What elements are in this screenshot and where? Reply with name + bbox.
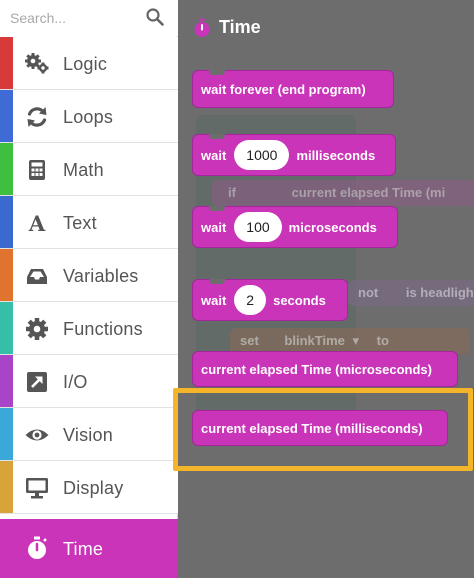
block-wait-microseconds[interactable]: wait 100 microseconds — [192, 206, 398, 248]
block-notch — [209, 206, 225, 211]
category-color-stripe — [0, 519, 13, 578]
category-vision[interactable]: Vision — [0, 408, 178, 461]
block-label: current elapsed Time (milliseconds) — [201, 420, 423, 436]
chevron-down-icon: ▾ — [352, 333, 360, 348]
workspace-not-block: not is headligh — [348, 280, 474, 306]
stopwatch-icon — [24, 535, 50, 561]
block-label: wait — [201, 292, 227, 308]
category-color-stripe — [0, 302, 13, 354]
inbox-icon — [24, 263, 50, 289]
gears-icon — [24, 51, 50, 77]
block-label: current elapsed Time (microseconds) — [201, 361, 432, 377]
category-color-stripe — [0, 461, 13, 513]
workspace-if-label: if — [228, 185, 236, 200]
category-label: Functions — [63, 319, 143, 339]
block-label: wait — [201, 219, 227, 235]
block-wait-forever[interactable]: wait forever (end program) — [192, 70, 394, 108]
block-elapsed-microseconds[interactable]: current elapsed Time (microseconds) — [192, 351, 458, 387]
category-io[interactable]: I/O — [0, 355, 178, 408]
block-label: microseconds — [288, 219, 377, 235]
category-functions[interactable]: Functions — [0, 302, 178, 355]
category-time[interactable]: Time — [0, 519, 178, 578]
stopwatch-icon — [194, 18, 210, 37]
category-variables[interactable]: Variables — [0, 249, 178, 302]
loop-icon — [24, 104, 50, 130]
block-label: wait — [201, 147, 227, 163]
category-display[interactable]: Display — [0, 461, 178, 514]
block-label: wait forever (end program) — [201, 81, 366, 97]
category-label: Math — [63, 160, 104, 180]
category-color-stripe — [0, 249, 13, 301]
gear-icon — [24, 316, 50, 342]
category-color-stripe — [0, 355, 13, 407]
category-label: Logic — [63, 54, 108, 74]
milliseconds-value-input[interactable]: 1000 — [234, 140, 290, 170]
category-label: Time — [63, 539, 104, 559]
svg-text:A: A — [28, 211, 46, 236]
category-color-stripe — [0, 37, 13, 89]
category-color-stripe — [0, 196, 13, 248]
category-text[interactable]: A Text — [0, 196, 178, 249]
seconds-value-input[interactable]: 2 — [234, 285, 267, 315]
search-input[interactable] — [10, 8, 138, 28]
calculator-icon — [24, 157, 50, 183]
arrow-icon — [24, 369, 50, 395]
category-color-stripe — [0, 408, 13, 460]
category-label: Vision — [63, 425, 113, 445]
category-logic[interactable]: Logic — [0, 37, 178, 90]
block-notch — [209, 70, 225, 75]
category-label: I/O — [63, 372, 88, 392]
block-label: milliseconds — [296, 147, 376, 163]
workspace-not-label: not — [358, 285, 379, 300]
category-label: Loops — [63, 107, 114, 127]
workspace-elapsed-text: current elapsed Time (mi — [291, 185, 446, 200]
category-label: Display — [63, 478, 124, 498]
workspace-to-label: to — [376, 333, 389, 348]
search-bar — [0, 0, 178, 36]
category-color-stripe — [0, 143, 13, 195]
toolbox-flyout: if current elapsed Time (mi not is headl… — [178, 0, 474, 578]
block-elapsed-milliseconds[interactable]: current elapsed Time (milliseconds) — [192, 410, 448, 446]
block-wait-milliseconds[interactable]: wait 1000 milliseconds — [192, 134, 396, 176]
block-notch — [209, 134, 225, 139]
monitor-icon — [24, 475, 50, 501]
category-color-stripe — [0, 90, 13, 142]
block-label: seconds — [273, 292, 326, 308]
category-label: Variables — [63, 266, 139, 286]
text-icon: A — [24, 210, 50, 236]
category-sidebar: Logic Loops Math A Text — [0, 0, 178, 578]
flyout-title: Time — [219, 17, 261, 37]
search-icon[interactable] — [145, 7, 165, 27]
category-label: Text — [63, 213, 97, 233]
block-notch — [209, 279, 225, 284]
workspace-set-label: set — [240, 333, 259, 348]
workspace-if-block: if current elapsed Time (mi — [212, 180, 474, 206]
workspace-headlight-text: is headligh — [405, 285, 474, 300]
eye-icon — [24, 422, 50, 448]
category-loops[interactable]: Loops — [0, 90, 178, 143]
workspace-var-name: blinkTime — [284, 333, 345, 348]
block-wait-seconds[interactable]: wait 2 seconds — [192, 279, 348, 321]
microseconds-value-input[interactable]: 100 — [234, 212, 282, 242]
category-math[interactable]: Math — [0, 143, 178, 196]
